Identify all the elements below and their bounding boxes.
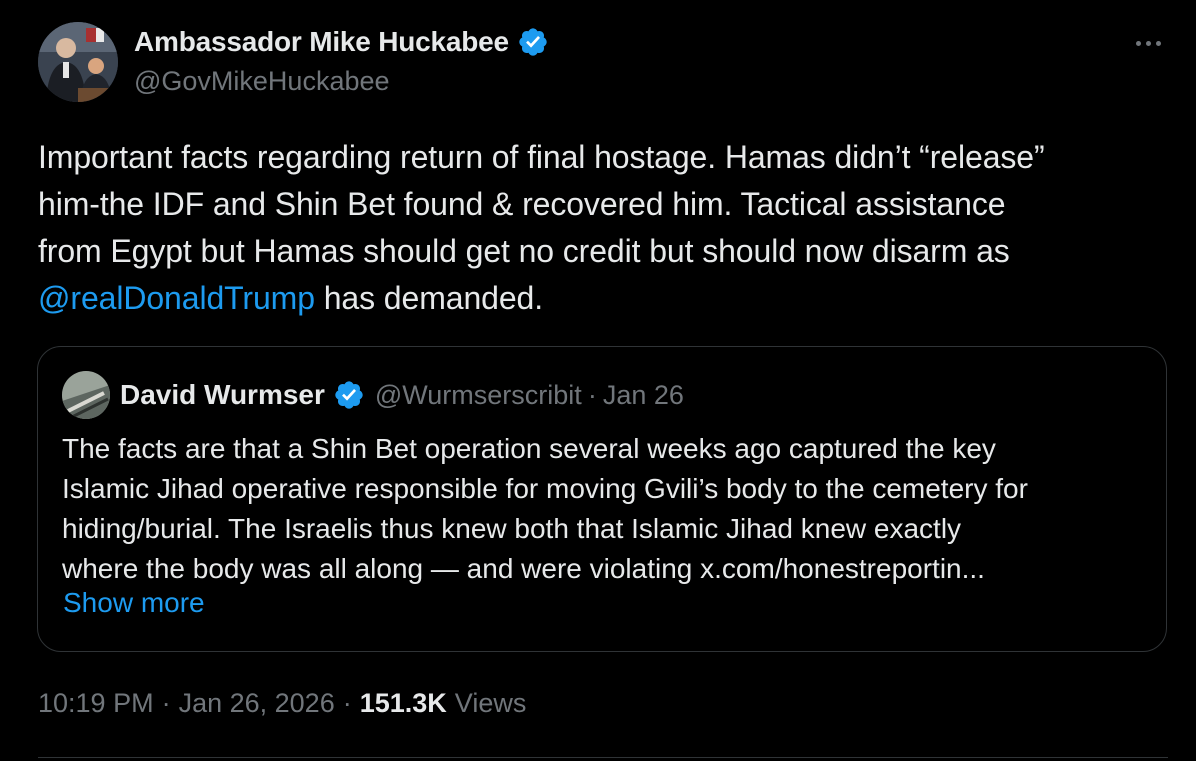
author-handle[interactable]: @GovMikeHuckabee [134, 66, 390, 97]
quoted-handle[interactable]: @Wurmserscribit [375, 380, 582, 411]
verified-badge-icon [519, 28, 547, 56]
tweet-text-line: him-the IDF and Shin Bet found & recover… [38, 186, 1006, 222]
quoted-text-line: The facts are that a Shin Bet operation … [62, 433, 996, 464]
quoted-text-line: hiding/burial. The Israelis thus knew bo… [62, 513, 962, 544]
views-count: 151.3K [359, 688, 447, 718]
tweet-time[interactable]: 10:19 PM [38, 688, 154, 719]
tweet: Ambassador Mike Huckabee @GovMikeHuckabe… [0, 0, 1196, 761]
author-display-name[interactable]: Ambassador Mike Huckabee [134, 26, 509, 58]
separator-dot: · [587, 379, 597, 410]
quoted-text-line: where the body was all along — and were … [62, 553, 985, 584]
quoted-tweet[interactable]: David Wurmser @Wurmserscribit · Jan 26 T… [37, 346, 1167, 652]
quoted-author-avatar[interactable] [62, 371, 110, 419]
tweet-meta: 10:19 PM · Jan 26, 2026 · 151.3K Views [38, 688, 526, 719]
tweet-text-line: Important facts regarding return of fina… [38, 139, 1045, 175]
quoted-text-line: Islamic Jihad operative responsible for … [62, 473, 1028, 504]
tweet-text-tail: has demanded. [314, 280, 544, 316]
separator-dot: · [342, 688, 352, 718]
show-more-link[interactable]: Show more [63, 587, 205, 619]
quoted-header: David Wurmser @Wurmserscribit · Jan 26 [120, 375, 684, 415]
quoted-profile-photo [62, 371, 110, 419]
tweet-date[interactable]: Jan 26, 2026 [179, 688, 335, 719]
views-label: Views [454, 688, 527, 718]
tweet-text: Important facts regarding return of fina… [38, 134, 1168, 322]
author-name-row[interactable]: Ambassador Mike Huckabee [134, 24, 549, 60]
author-avatar[interactable] [38, 22, 118, 102]
tweet-text-line-last: @realDonaldTrump has demanded. [38, 275, 1168, 322]
divider [38, 757, 1168, 758]
more-options-icon[interactable] [1124, 28, 1172, 58]
profile-photo [38, 22, 118, 102]
mention-link[interactable]: @realDonaldTrump [38, 280, 315, 316]
tweet-text-line: from Egypt but Hamas should get no credi… [38, 233, 1010, 269]
verified-badge-icon [335, 381, 363, 409]
quoted-display-name[interactable]: David Wurmser [120, 379, 325, 411]
quoted-date[interactable]: Jan 26 [603, 380, 684, 411]
separator-dot: · [161, 688, 171, 718]
quoted-text: The facts are that a Shin Bet operation … [62, 429, 1152, 589]
